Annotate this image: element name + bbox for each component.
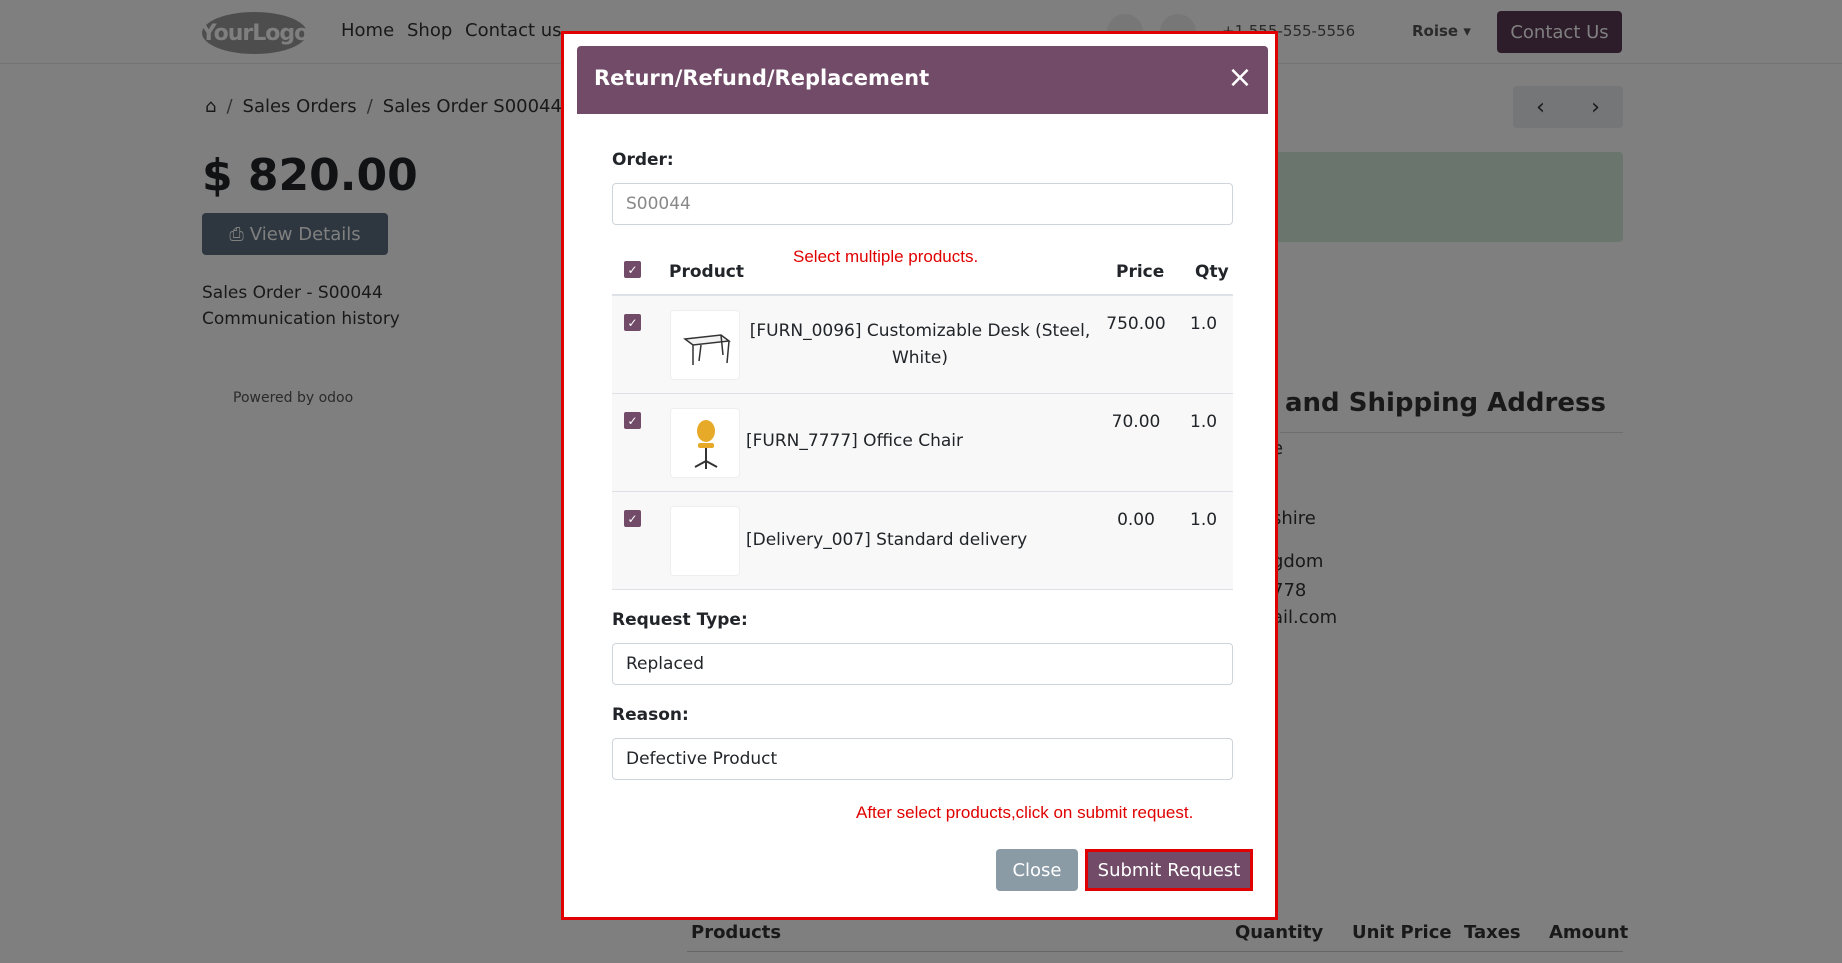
table-row: ✓ [FURN_7777] Office Chair 70.00 1.0 [612,394,1233,492]
product-price: 0.00 [1117,510,1155,530]
product-name: [Delivery_007] Standard delivery [746,530,1028,550]
submit-hint-annotation: After select products,click on submit re… [856,803,1194,822]
col-price: Price [1116,262,1165,282]
reason-label: Reason: [612,705,689,725]
request-type-label: Request Type: [612,610,748,630]
row-checkbox[interactable]: ✓ [624,510,641,527]
col-product: Product [669,262,744,282]
request-type-select[interactable]: Replaced [612,643,1233,685]
product-price: 750.00 [1106,314,1166,334]
product-name: [FURN_0096] Customizable Desk (Steel, Wh… [749,321,1091,368]
table-header: ✓ Product Price Qty [612,242,1233,296]
row-checkbox[interactable]: ✓ [624,412,641,429]
product-image [670,506,740,576]
row-checkbox[interactable]: ✓ [624,314,641,331]
close-icon[interactable]: × [1226,63,1254,93]
product-image [670,310,740,380]
products-table: ✓ Product Price Qty ✓ [FURN_0096] Custom… [612,242,1233,590]
product-price: 70.00 [1111,412,1161,432]
select-all-checkbox[interactable]: ✓ [624,261,641,278]
product-image [670,408,740,478]
return-modal: Return/Refund/Replacement × Order: S0004… [561,31,1278,920]
col-qty: Qty [1195,262,1229,282]
modal-title: Return/Refund/Replacement [594,66,930,90]
order-label: Order: [612,150,674,170]
table-row: ✓ [FURN_0096] Customizable Desk (Steel, … [612,296,1233,394]
table-row: ✓ [Delivery_007] Standard delivery 0.00 … [612,492,1233,590]
close-button[interactable]: Close [996,849,1078,891]
order-field[interactable]: S00044 [612,183,1233,225]
product-qty: 1.0 [1190,314,1218,334]
product-qty: 1.0 [1190,510,1218,530]
reason-select[interactable]: Defective Product [612,738,1233,780]
modal-header: Return/Refund/Replacement × [577,46,1268,114]
product-qty: 1.0 [1190,412,1218,432]
product-name: [FURN_7777] Office Chair [746,431,963,451]
submit-request-button[interactable]: Submit Request [1085,849,1253,891]
